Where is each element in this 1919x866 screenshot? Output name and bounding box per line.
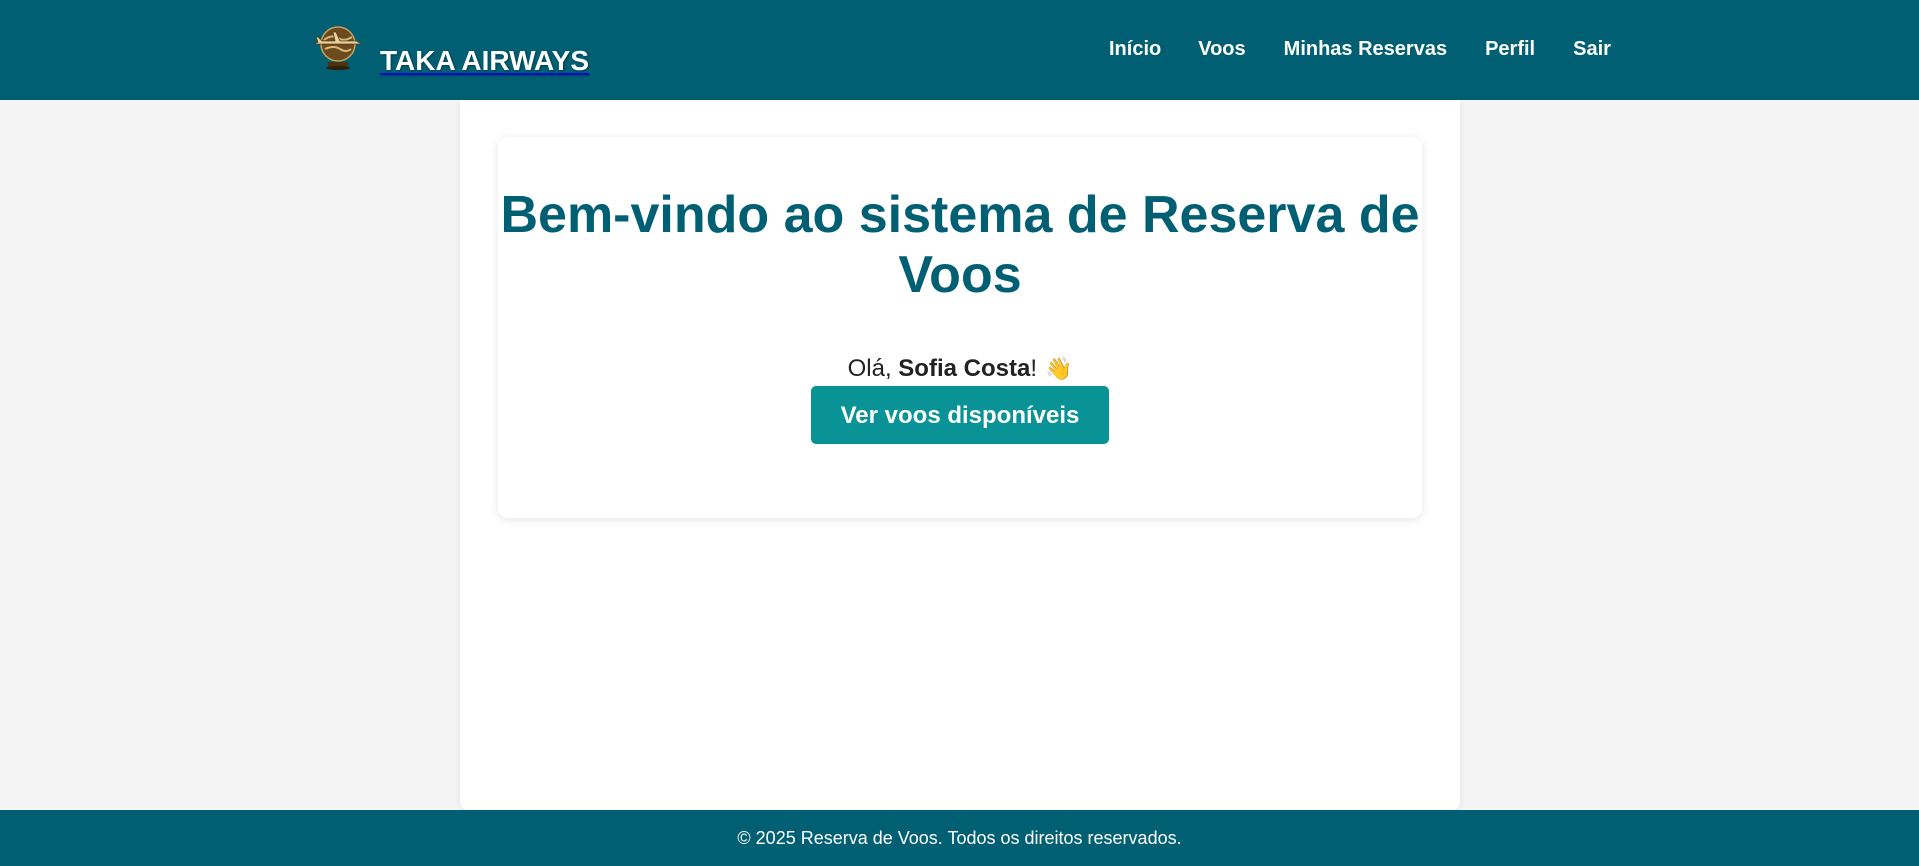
brand-link[interactable]: TAKA AIRWAYS <box>380 44 589 78</box>
nav-perfil[interactable]: Perfil <box>1485 36 1535 62</box>
site-header: TAKA AIRWAYS Início Voos Minhas Reservas… <box>0 0 1919 100</box>
site-footer: © 2025 Reserva de Voos. Todos os direito… <box>0 810 1919 866</box>
greeting-prefix: Olá, <box>847 355 899 382</box>
waving-hand-icon: 👋 <box>1044 357 1073 382</box>
globe-airplane-logo-icon[interactable] <box>310 20 366 72</box>
page-title: Bem-vindo ao sistema de Reserva de Voos <box>500 186 1420 304</box>
nav-inicio[interactable]: Início <box>1109 36 1161 62</box>
footer-copyright: © 2025 Reserva de Voos. Todos os direito… <box>737 828 1182 848</box>
nav-sair[interactable]: Sair <box>1573 36 1611 62</box>
nav-voos[interactable]: Voos <box>1198 36 1245 62</box>
user-name: Sofia Costa <box>898 355 1031 382</box>
greeting-suffix: ! <box>1030 355 1037 382</box>
main-nav: Início Voos Minhas Reservas Perfil Sair <box>1109 36 1611 62</box>
greeting-text: Olá, Sofia Costa! 👋 <box>498 354 1422 385</box>
welcome-card: Bem-vindo ao sistema de Reserva de Voos … <box>498 137 1422 518</box>
nav-minhas-reservas[interactable]: Minhas Reservas <box>1284 36 1447 62</box>
view-flights-button[interactable]: Ver voos disponíveis <box>811 386 1109 444</box>
